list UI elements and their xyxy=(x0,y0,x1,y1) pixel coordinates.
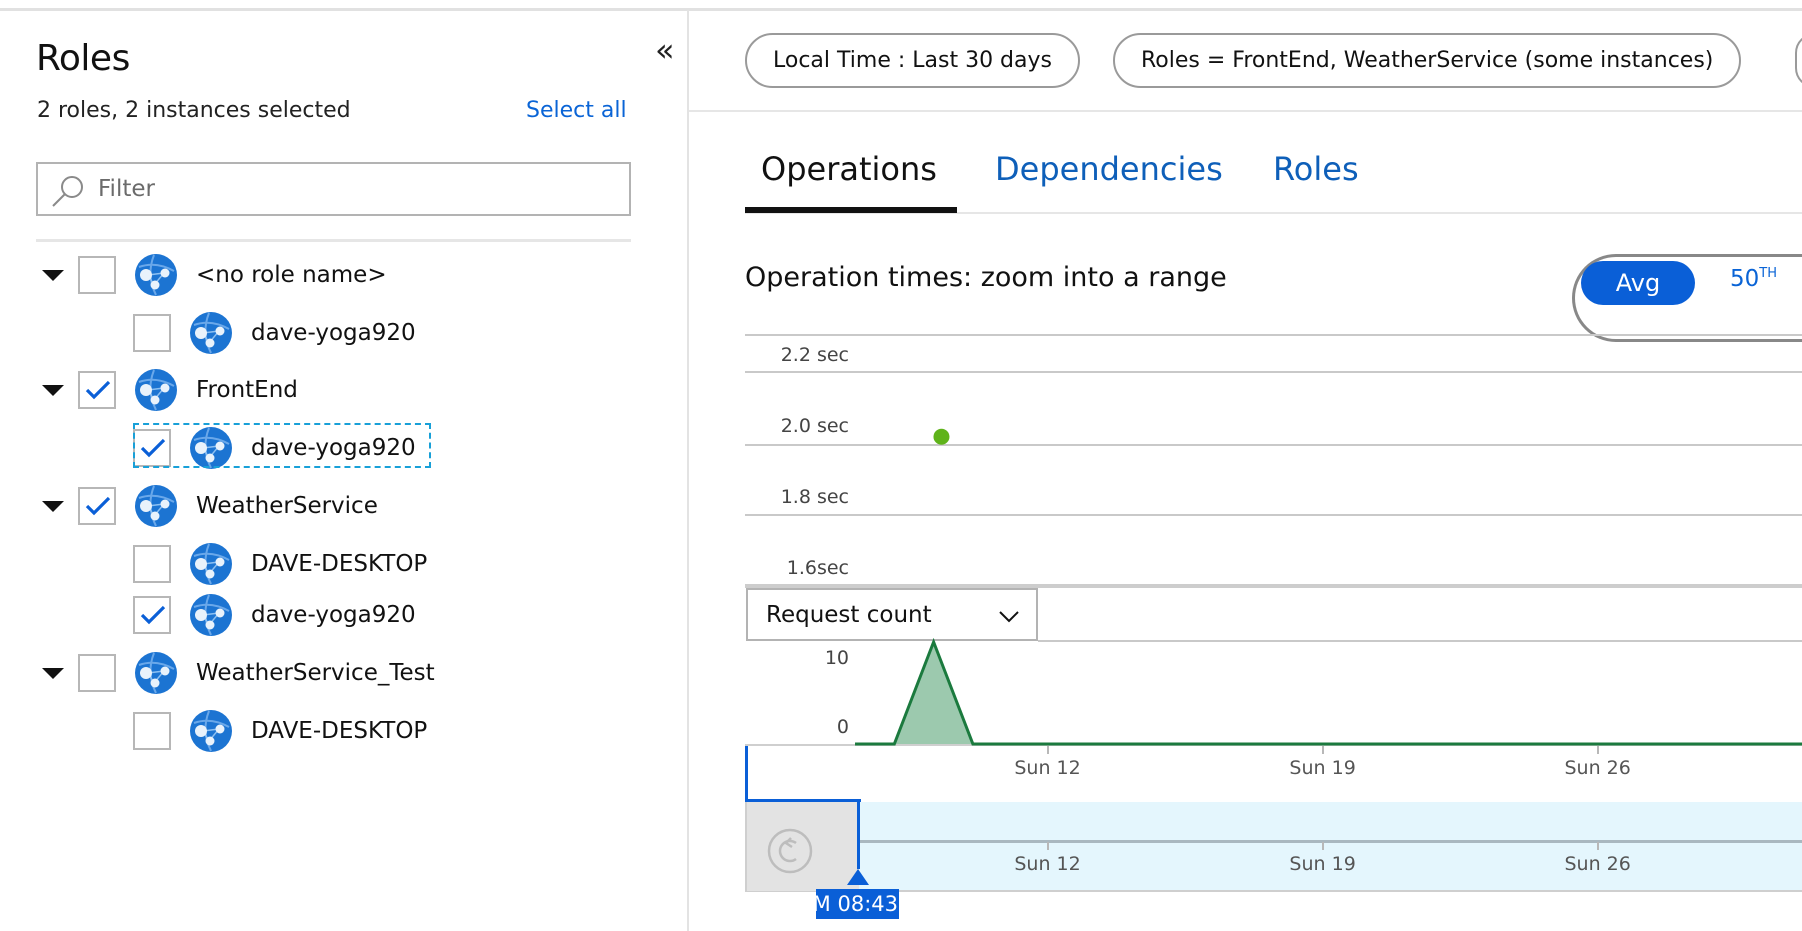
metric-dropdown[interactable]: Request count xyxy=(746,588,1038,641)
x-tick-label: Sun 19 xyxy=(1289,757,1356,779)
selection-handle[interactable] xyxy=(847,869,869,885)
selection-left-edge xyxy=(745,744,748,801)
x-tick-label: Sun 26 xyxy=(1564,757,1631,779)
x-tick-mark xyxy=(1046,746,1049,754)
y-tick-label: 0 xyxy=(836,716,849,738)
reset-zoom-icon[interactable] xyxy=(767,828,813,874)
time-brush[interactable] xyxy=(859,802,1802,892)
x-tick-mark xyxy=(1321,746,1324,754)
selection-bottom-edge xyxy=(745,799,861,802)
metric-dropdown-value: Request count xyxy=(766,601,932,628)
x-tick-mark xyxy=(1596,842,1599,850)
chevron-down-icon xyxy=(999,611,1019,623)
x-tick-mark xyxy=(1046,842,1049,850)
y-tick-label: 10 xyxy=(824,647,849,669)
divider xyxy=(745,890,1802,892)
selection-right-edge[interactable] xyxy=(857,799,860,869)
duration-point[interactable] xyxy=(933,428,950,445)
divider xyxy=(1038,640,1802,642)
x-tick-mark xyxy=(1321,842,1324,850)
duration-chart[interactable] xyxy=(0,0,1802,931)
brush-tick-label: Sun 26 xyxy=(1564,853,1631,875)
x-tick-label: Sun 12 xyxy=(1014,757,1081,779)
selection-time-label: 08:43 PM xyxy=(816,889,899,919)
x-tick-mark xyxy=(1596,746,1599,754)
brush-tick-label: Sun 19 xyxy=(1289,853,1356,875)
brush-tick-label: Sun 12 xyxy=(1014,853,1081,875)
brush-axis xyxy=(859,840,1802,843)
